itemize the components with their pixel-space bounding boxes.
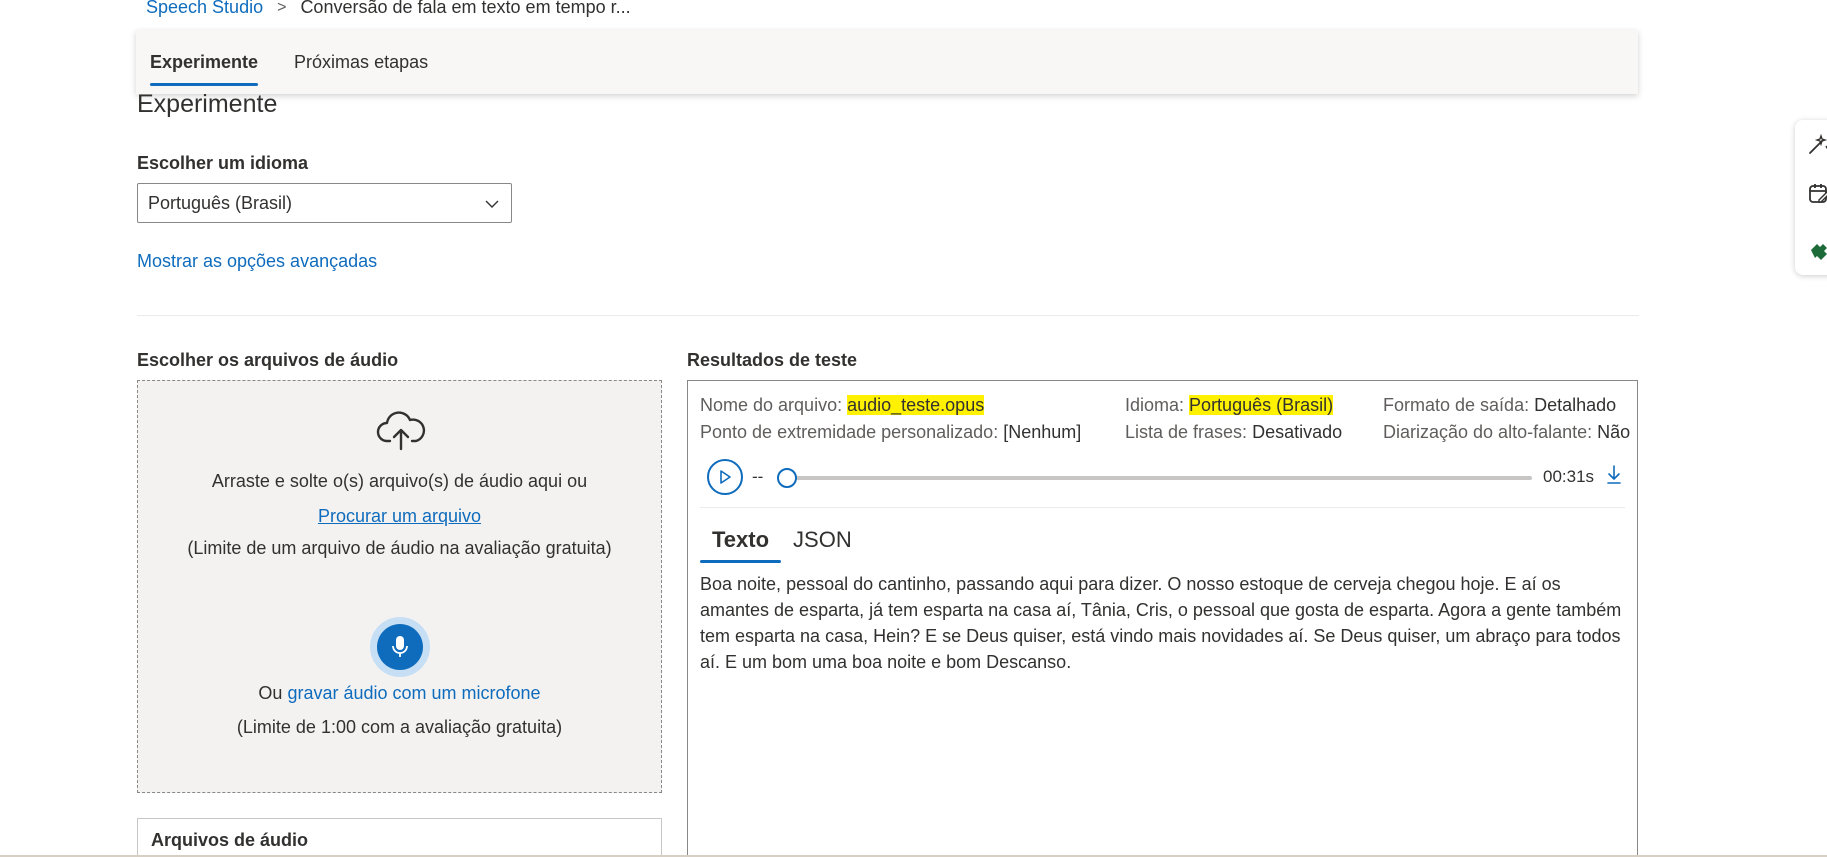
microphone-line: Ou gravar áudio com um microfone <box>138 683 661 704</box>
page-tabs: Experimente Próximas etapas <box>136 30 1638 94</box>
seek-thumb[interactable] <box>777 468 797 488</box>
tab-texto[interactable]: Texto <box>700 519 782 563</box>
microphone-button-inner <box>377 624 423 670</box>
side-toolbar <box>1795 120 1827 275</box>
duration: 00:31s <box>1543 467 1595 486</box>
output-format-label: Formato de saída: <box>1383 395 1530 415</box>
current-time: -- <box>752 467 764 486</box>
section-title: Experimente <box>137 90 278 118</box>
phrase-list-label: Lista de frases: <box>1125 422 1248 442</box>
advanced-options-link[interactable]: Mostrar as opções avançadas <box>137 251 377 272</box>
audio-files-title: Arquivos de áudio <box>151 830 309 850</box>
breadcrumb: Speech Studio > Conversão de fala em tex… <box>146 0 631 18</box>
player-divider <box>700 507 1625 508</box>
breadcrumb-current: Conversão de fala em texto em tempo r... <box>300 0 631 17</box>
output-format-value: Detalhado <box>1534 395 1617 415</box>
or-prefix: Ou <box>258 683 283 703</box>
microphone-icon <box>392 636 408 657</box>
endpoint-label: Ponto de extremidade personalizado: <box>700 422 999 442</box>
calendar-edit-icon[interactable] <box>1807 182 1827 206</box>
audio-dropzone[interactable]: Arraste e solte o(s) arquivo(s) de áudio… <box>137 380 662 793</box>
audio-player: -- 00:31s <box>707 459 1627 495</box>
diarization-label: Diarização do alto-falante: <box>1383 422 1593 442</box>
result-language-value: Português (Brasil) <box>1189 395 1334 415</box>
cloud-upload-icon <box>376 411 426 451</box>
section-divider <box>137 315 1639 316</box>
diarization-meta: Diarização do alto-falante: Não <box>1383 422 1630 443</box>
record-microphone-button[interactable] <box>370 617 430 677</box>
tab-proximas-etapas[interactable]: Próximas etapas <box>294 30 428 94</box>
result-tabs: Texto JSON <box>700 519 864 563</box>
file-name-value: audio_teste.opus <box>847 395 985 415</box>
results-panel: Nome do arquivo: audio_teste.opus Idioma… <box>687 380 1638 857</box>
breadcrumb-speech-studio[interactable]: Speech Studio <box>146 0 263 18</box>
dropzone-instructions: Arraste e solte o(s) arquivo(s) de áudio… <box>211 471 588 491</box>
transcript-text: Boa noite, pessoal do cantinho, passando… <box>700 574 1622 672</box>
play-button[interactable] <box>707 459 743 495</box>
browse-file-link[interactable]: Procurar um arquivo <box>138 506 661 527</box>
language-select[interactable]: Português (Brasil) <box>137 183 512 223</box>
language-select-value: Português (Brasil) <box>148 192 293 213</box>
download-icon[interactable] <box>1605 464 1623 486</box>
language-label: Escolher um idioma <box>137 153 309 173</box>
tab-experimente[interactable]: Experimente <box>150 30 259 94</box>
audio-files-panel: Arquivos de áudio <box>137 818 662 857</box>
breadcrumb-separator: > <box>277 0 287 16</box>
results-label: Resultados de teste <box>687 350 858 370</box>
record-microphone-link[interactable]: gravar áudio com um microfone <box>287 683 540 703</box>
file-name-label: Nome do arquivo: <box>700 395 843 415</box>
diarization-value: Não <box>1597 422 1631 442</box>
mic-limit-text: (Limite de 1:00 com a avaliação gratuita… <box>236 717 563 737</box>
endpoint-value: [Nenhum] <box>1003 422 1082 442</box>
magic-wand-icon[interactable] <box>1807 132 1827 156</box>
phrase-list-meta: Lista de frases: Desativado <box>1125 422 1342 443</box>
result-language-label: Idioma: <box>1125 395 1185 415</box>
output-format-meta: Formato de saída: Detalhado <box>1383 395 1616 416</box>
phrase-list-value: Desativado <box>1252 422 1343 442</box>
language-meta: Idioma: Português (Brasil) <box>1125 395 1334 416</box>
play-icon <box>720 470 731 484</box>
endpoint-meta: Ponto de extremidade personalizado: [Nen… <box>700 422 1081 443</box>
chevron-down-icon <box>485 200 499 208</box>
tab-json[interactable]: JSON <box>781 519 864 563</box>
audio-files-label: Escolher os arquivos de áudio <box>137 350 399 370</box>
file-name-meta: Nome do arquivo: audio_teste.opus <box>700 395 985 416</box>
seek-bar[interactable] <box>785 476 1532 480</box>
file-limit-text: (Limite de um arquivo de áudio na avalia… <box>187 538 612 558</box>
puzzle-icon[interactable] <box>1807 240 1827 264</box>
